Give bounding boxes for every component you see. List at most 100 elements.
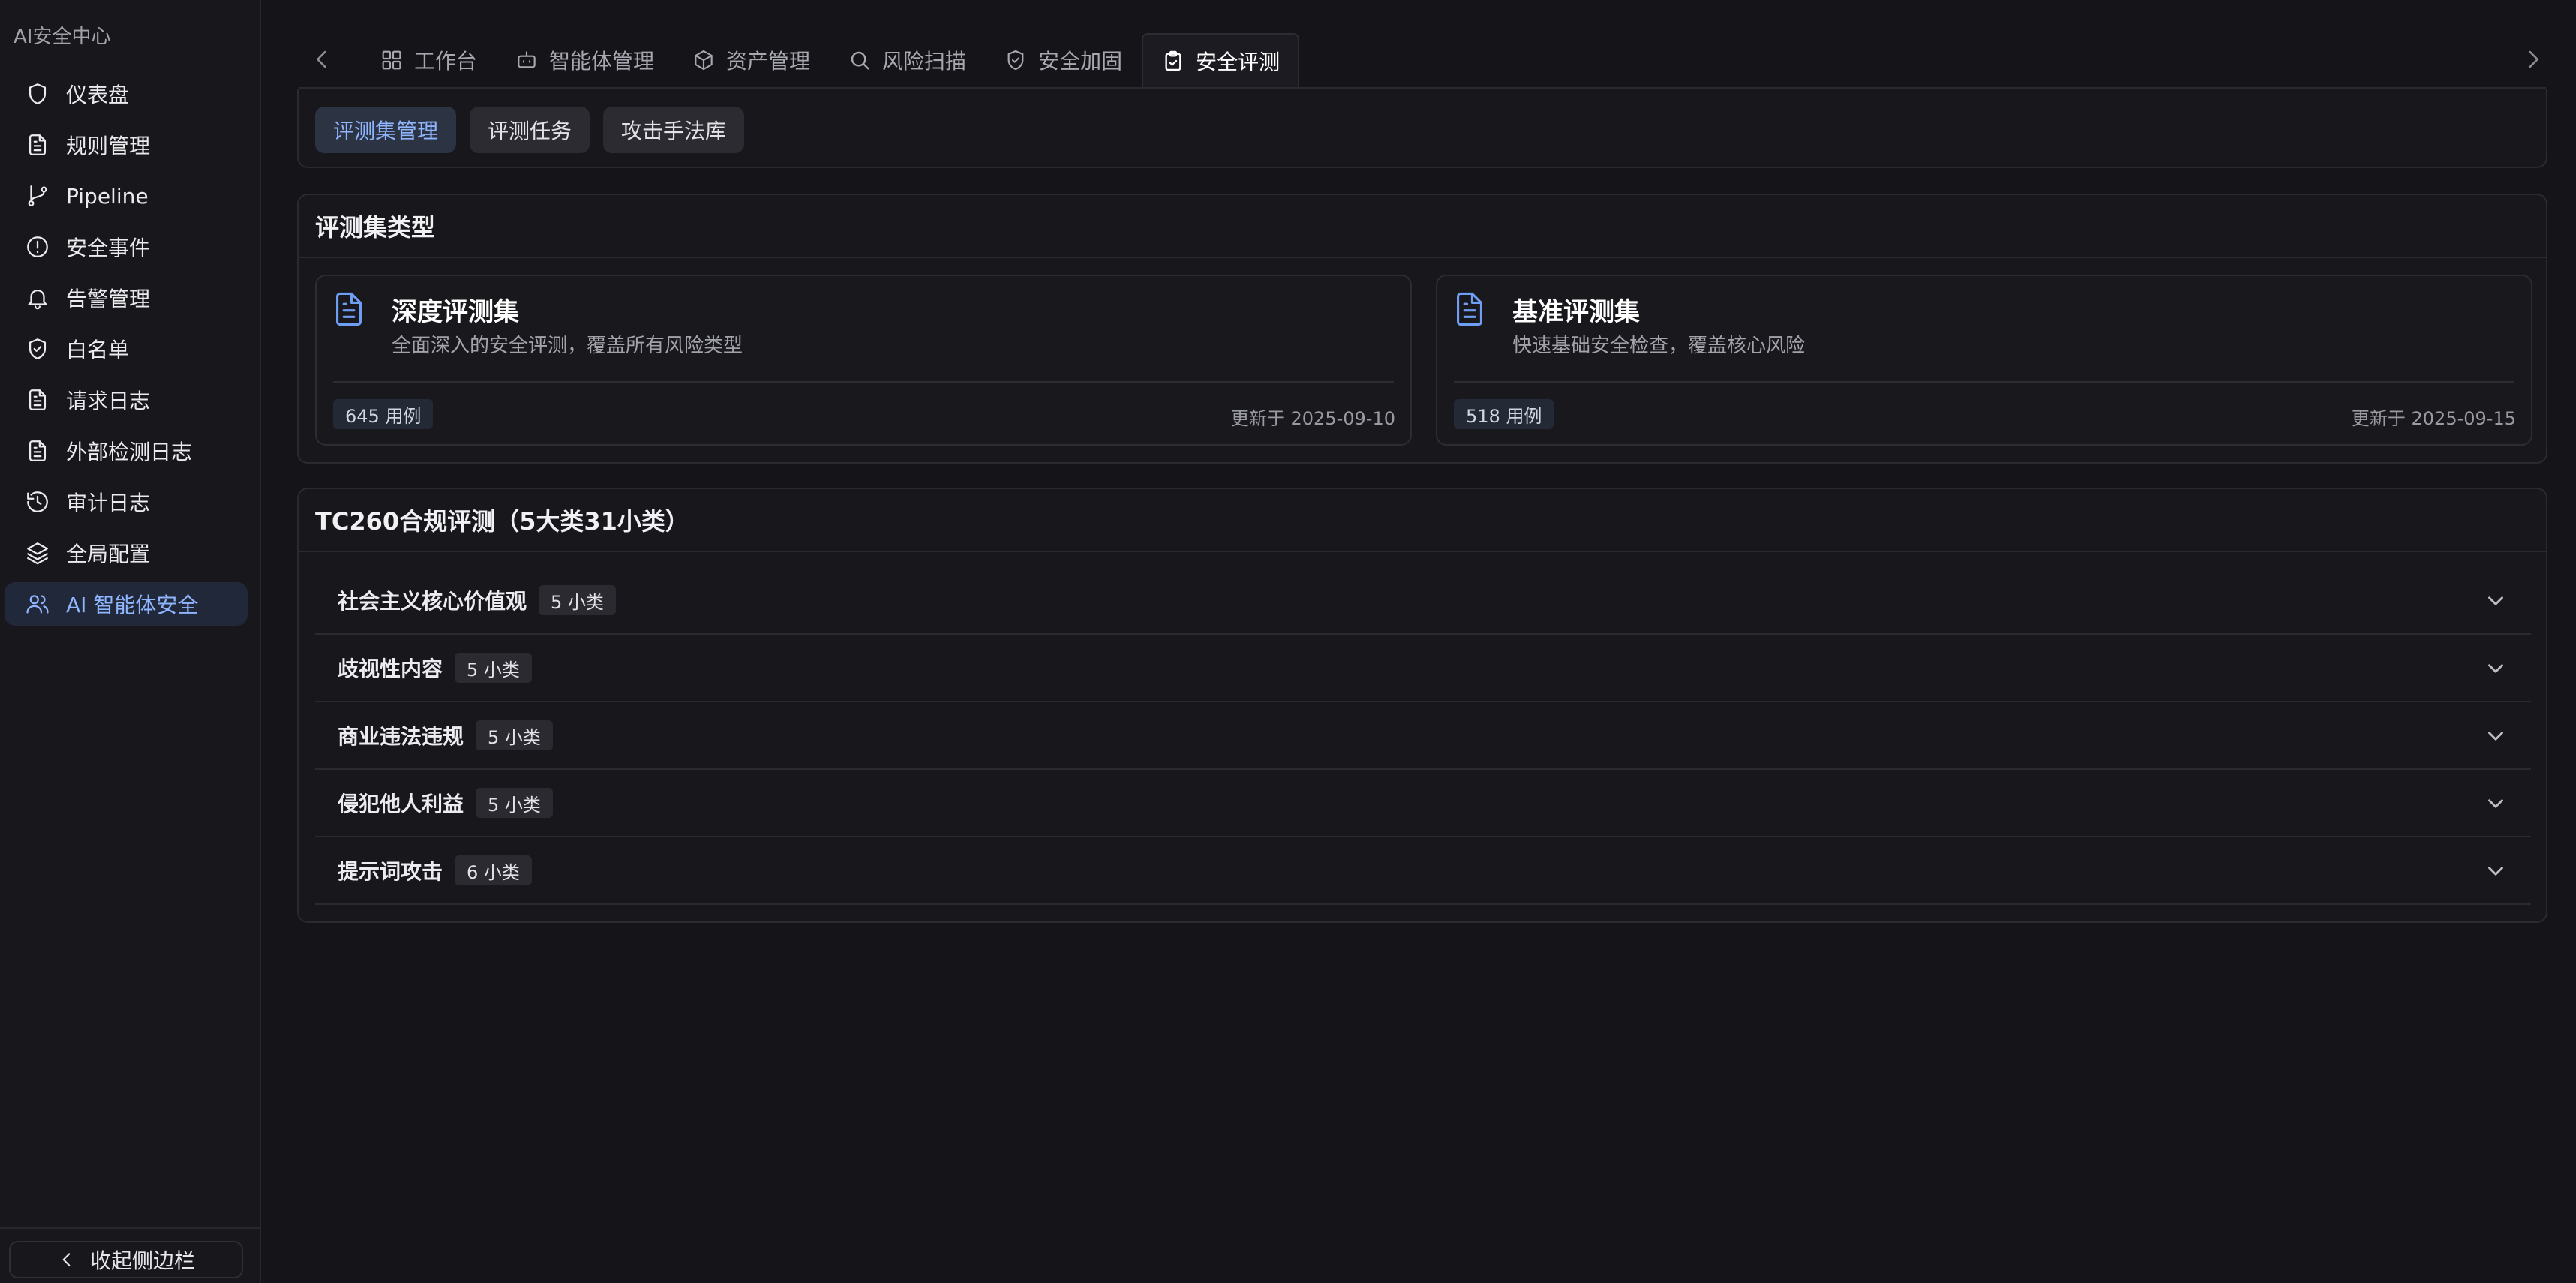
sidebar-item-label: Pipeline bbox=[66, 183, 149, 209]
sidebar-item-label: 规则管理 bbox=[66, 134, 151, 158]
tab-risk-scan[interactable]: 风险扫描 bbox=[830, 33, 984, 87]
document-icon bbox=[24, 437, 51, 464]
tabs-scroll-right-button[interactable] bbox=[2520, 47, 2546, 72]
shield-icon bbox=[24, 80, 51, 107]
grid-icon bbox=[382, 50, 401, 70]
sidebar-item-alerts[interactable]: 告警管理 bbox=[5, 276, 248, 320]
sidebar-nav: 仪表盘 规则管理 Pipeline 安全事件 告警管理 白名单 请求日志 外部检… bbox=[5, 72, 248, 633]
updated-date: 更新于 2025-09-15 bbox=[2351, 408, 2516, 429]
tab-security-hardening[interactable]: 安全加固 bbox=[986, 33, 1140, 87]
sidebar-item-request-logs[interactable]: 请求日志 bbox=[5, 378, 248, 422]
app-brand: AI安全中心 bbox=[14, 26, 111, 48]
shield-check-icon bbox=[1007, 50, 1024, 71]
eval-set-types-section: 评测集类型 深度评测集 全面深入的安全评测，覆盖所有风险类型 645 用例 更新… bbox=[297, 194, 2547, 464]
case-count-badge: 518 用例 bbox=[1454, 399, 1554, 429]
subtab-eval-tasks[interactable]: 评测任务 bbox=[470, 107, 590, 153]
tab-label: 智能体管理 bbox=[549, 49, 655, 74]
category-accordion: 社会主义核心价值观 5 小类 歧视性内容 5 小类 商业违法违规 5 小类 侵犯… bbox=[315, 567, 2531, 905]
sidebar-item-label: 白名单 bbox=[66, 338, 130, 362]
subtab-panel: 评测集管理 评测任务 攻击手法库 bbox=[297, 89, 2547, 168]
sidebar-item-label: 安全事件 bbox=[66, 236, 151, 260]
history-icon bbox=[24, 488, 51, 515]
subcategory-count-badge: 5 小类 bbox=[476, 788, 553, 818]
git-branch-icon bbox=[24, 182, 51, 209]
card-title: 基准评测集 bbox=[1512, 297, 1640, 327]
bell-icon bbox=[24, 284, 51, 311]
subcategory-count-badge: 5 小类 bbox=[539, 585, 616, 615]
accordion-row-commercial-violations[interactable]: 商业违法违规 5 小类 bbox=[315, 702, 2531, 770]
category-label: 商业违法违规 bbox=[338, 724, 464, 749]
tabs: 工作台 智能体管理 资产管理 风险扫描 安全加固 安全评测 bbox=[362, 33, 1301, 87]
card-divider bbox=[333, 381, 1394, 383]
tab-label: 风险扫描 bbox=[882, 49, 967, 74]
updated-date: 更新于 2025-09-10 bbox=[1230, 408, 1395, 429]
sidebar-item-label: 仪表盘 bbox=[66, 83, 130, 107]
sidebar-item-global-config[interactable]: 全局配置 bbox=[5, 531, 248, 575]
category-label: 社会主义核心价值观 bbox=[338, 589, 527, 614]
chevron-right-icon bbox=[2529, 50, 2538, 68]
tab-asset-management[interactable]: 资产管理 bbox=[674, 33, 828, 87]
sidebar-item-external-detection-logs[interactable]: 外部检测日志 bbox=[5, 429, 248, 473]
tab-label: 资产管理 bbox=[726, 49, 811, 74]
layers-icon bbox=[24, 539, 51, 566]
subcategory-count-badge: 5 小类 bbox=[476, 720, 553, 750]
subtab-eval-set-management[interactable]: 评测集管理 bbox=[315, 107, 457, 153]
sidebar-item-security-events[interactable]: 安全事件 bbox=[5, 225, 248, 269]
case-count-badge: 645 用例 bbox=[333, 399, 434, 429]
users-icon bbox=[24, 590, 51, 617]
chevron-down-icon bbox=[2483, 588, 2508, 614]
sidebar-item-whitelist[interactable]: 白名单 bbox=[5, 327, 248, 371]
category-label: 侵犯他人利益 bbox=[338, 792, 464, 816]
sidebar-footer: 收起侧边栏 bbox=[0, 1227, 260, 1283]
sidebar-item-pipeline[interactable]: Pipeline bbox=[5, 174, 248, 218]
search-icon bbox=[851, 51, 869, 70]
document-icon bbox=[1454, 291, 1485, 327]
sidebar-item-label: 请求日志 bbox=[66, 389, 151, 413]
subtabs: 评测集管理 评测任务 攻击手法库 bbox=[315, 107, 758, 153]
tab-label: 工作台 bbox=[414, 49, 478, 74]
accordion-row-infringement[interactable]: 侵犯他人利益 5 小类 bbox=[315, 770, 2531, 837]
sidebar-item-rules[interactable]: 规则管理 bbox=[5, 123, 248, 167]
deep-eval-set-card[interactable]: 深度评测集 全面深入的安全评测，覆盖所有风险类型 645 用例 更新于 2025… bbox=[315, 275, 1412, 446]
accordion-row-prompt-attack[interactable]: 提示词攻击 6 小类 bbox=[315, 837, 2531, 905]
baseline-eval-set-card[interactable]: 基准评测集 快速基础安全检查，覆盖核心风险 518 用例 更新于 2025-09… bbox=[1436, 275, 2532, 446]
sidebar-item-label: 外部检测日志 bbox=[66, 440, 193, 464]
tab-label: 安全评测 bbox=[1196, 50, 1280, 74]
card-description: 全面深入的安全评测，覆盖所有风险类型 bbox=[392, 335, 743, 357]
category-label: 歧视性内容 bbox=[338, 657, 443, 681]
subtab-attack-library[interactable]: 攻击手法库 bbox=[603, 107, 745, 153]
card-title: 深度评测集 bbox=[392, 297, 519, 327]
chevron-down-icon bbox=[2483, 858, 2508, 884]
tab-label: 安全加固 bbox=[1038, 49, 1123, 74]
chevron-left-icon bbox=[317, 50, 326, 68]
chevron-down-icon bbox=[2483, 656, 2508, 681]
collapse-sidebar-button[interactable]: 收起侧边栏 bbox=[9, 1241, 243, 1278]
document-icon bbox=[333, 291, 365, 327]
box-icon bbox=[695, 50, 713, 71]
sidebar: AI安全中心 仪表盘 规则管理 Pipeline 安全事件 告警管理 白名单 请… bbox=[0, 0, 261, 1283]
document-icon bbox=[24, 131, 51, 158]
tab-agent-management[interactable]: 智能体管理 bbox=[497, 33, 672, 87]
sidebar-item-audit-logs[interactable]: 审计日志 bbox=[5, 480, 248, 524]
category-label: 提示词攻击 bbox=[338, 859, 443, 884]
section-title: 评测集类型 bbox=[299, 195, 2546, 258]
sidebar-item-ai-agent-security[interactable]: AI 智能体安全 bbox=[5, 582, 248, 626]
clipboard-check-icon bbox=[1165, 50, 1181, 71]
sidebar-item-dashboard[interactable]: 仪表盘 bbox=[5, 72, 248, 116]
card-divider bbox=[1454, 381, 2514, 383]
tab-security-evaluation[interactable]: 安全评测 bbox=[1142, 33, 1300, 87]
shield-check-icon bbox=[24, 335, 51, 362]
sidebar-item-label: 告警管理 bbox=[66, 287, 151, 311]
bot-icon bbox=[518, 51, 536, 68]
accordion-row-discrimination[interactable]: 歧视性内容 5 小类 bbox=[315, 635, 2531, 702]
sidebar-item-label: 全局配置 bbox=[66, 542, 151, 566]
tab-workbench[interactable]: 工作台 bbox=[362, 33, 495, 87]
accordion-row-core-values[interactable]: 社会主义核心价值观 5 小类 bbox=[315, 567, 2531, 635]
top-tab-bar: 工作台 智能体管理 资产管理 风险扫描 安全加固 安全评测 bbox=[299, 33, 2546, 87]
subcategory-count-badge: 5 小类 bbox=[455, 653, 532, 683]
card-description: 快速基础安全检查，覆盖核心风险 bbox=[1512, 335, 1806, 357]
tc260-compliance-section: TC260合规评测（5大类31小类） 社会主义核心价值观 5 小类 歧视性内容 … bbox=[297, 488, 2547, 923]
tabs-scroll-left-button[interactable] bbox=[309, 47, 335, 72]
section-title: TC260合规评测（5大类31小类） bbox=[299, 489, 2546, 552]
subcategory-count-badge: 6 小类 bbox=[455, 855, 532, 885]
